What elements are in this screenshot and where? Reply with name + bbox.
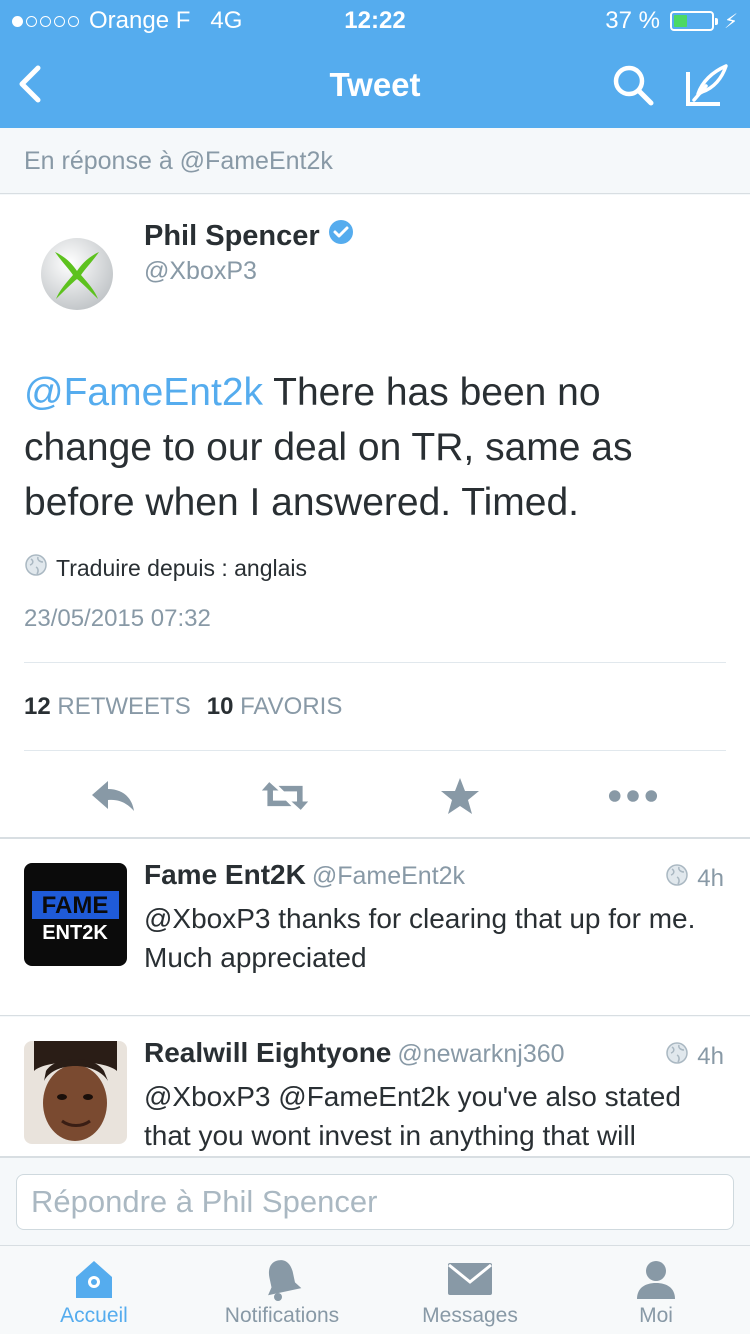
reply-time-label: 4h xyxy=(697,1042,724,1070)
avatar[interactable]: FAME ENT2K xyxy=(24,863,127,966)
tab-label: Accueil xyxy=(60,1304,128,1327)
reply-text: @XboxP3 thanks for clearing that up for … xyxy=(144,903,696,973)
battery-icon xyxy=(669,11,718,31)
tab-home[interactable]: Accueil xyxy=(4,1254,184,1328)
mention-link[interactable]: @FameEnt2k xyxy=(24,371,263,414)
reply-author-handle[interactable]: @newarknj360 xyxy=(397,1040,564,1068)
favorite-star-icon[interactable] xyxy=(435,771,485,821)
reply-author-handle[interactable]: @FameEnt2k xyxy=(312,862,465,890)
reply-icon[interactable] xyxy=(88,771,138,821)
tab-bar: Accueil Notifications Messages Moi xyxy=(0,1245,750,1334)
tab-me[interactable]: Moi xyxy=(566,1254,746,1328)
reply-header: Fame Ent2K @FameEnt2k xyxy=(144,859,465,891)
person-icon xyxy=(566,1254,746,1304)
reply-author-name[interactable]: Fame Ent2K xyxy=(144,859,306,890)
reply-input[interactable] xyxy=(16,1174,734,1230)
reply-context[interactable]: En réponse à @FameEnt2k xyxy=(0,128,750,194)
reply-context-label: En réponse à @FameEnt2k xyxy=(24,147,333,175)
reply-time-label: 4h xyxy=(697,864,724,892)
more-options-icon[interactable] xyxy=(608,771,658,821)
home-icon xyxy=(4,1254,184,1304)
battery-percent: 37 % xyxy=(605,7,660,34)
author-handle[interactable]: @XboxP3 xyxy=(144,257,257,286)
bell-icon xyxy=(192,1254,372,1304)
favorites-count: 10 xyxy=(206,693,234,720)
retweets-stat[interactable]: 12 RETWEETS xyxy=(24,693,191,721)
tab-label: Notifications xyxy=(224,1304,340,1327)
avatar[interactable] xyxy=(40,237,114,311)
retweets-label: RETWEETS xyxy=(57,693,191,720)
top-bar: Orange F 4G 12:22 37 % ⚡ Tweet xyxy=(0,0,750,128)
tab-notifications[interactable]: Notifications xyxy=(192,1254,372,1328)
reply-author-name[interactable]: Realwill Eightyone xyxy=(144,1037,391,1068)
globe-icon xyxy=(24,553,48,583)
author-name[interactable]: Phil Spencer xyxy=(144,219,354,253)
reply-header: Realwill Eightyone @newarknj360 xyxy=(144,1037,565,1069)
charging-icon: ⚡ xyxy=(723,10,738,33)
tab-label: Moi xyxy=(639,1304,673,1327)
reply-time: 4h xyxy=(665,1041,724,1072)
author-name-label: Phil Spencer xyxy=(144,219,320,252)
avatar[interactable] xyxy=(24,1041,127,1144)
tab-label: Messages xyxy=(422,1304,518,1327)
main-tweet: Phil Spencer @XboxP3 @FameEnt2k There ha… xyxy=(0,195,750,838)
reply-time: 4h xyxy=(665,863,724,894)
svg-text:FAME: FAME xyxy=(42,892,109,919)
tab-messages[interactable]: Messages xyxy=(380,1254,560,1328)
tweet-actions xyxy=(0,771,750,821)
retweets-count: 12 xyxy=(24,693,51,720)
divider xyxy=(24,662,726,663)
favorites-label: FAVORIS xyxy=(240,693,343,720)
verified-badge-icon xyxy=(328,219,354,253)
globe-icon xyxy=(665,863,689,894)
globe-icon xyxy=(665,1041,689,1072)
compose-icon[interactable] xyxy=(684,62,730,108)
envelope-icon xyxy=(380,1254,560,1304)
translate-link[interactable]: Traduire depuis : anglais xyxy=(24,553,307,583)
tweet-text: @FameEnt2k There has been no change to o… xyxy=(24,365,724,530)
translate-label: Traduire depuis : anglais xyxy=(56,554,308,581)
svg-text:ENT2K: ENT2K xyxy=(42,922,108,944)
tweet-stats: 12 RETWEETS 10 FAVORIS xyxy=(24,693,342,721)
favorites-stat[interactable]: 10 FAVORIS xyxy=(207,693,343,721)
nav-bar: Tweet xyxy=(0,40,750,128)
divider xyxy=(24,750,726,751)
tweet-timestamp: 23/05/2015 07:32 xyxy=(24,605,211,632)
status-bar: Orange F 4G 12:22 37 % ⚡ xyxy=(0,0,750,40)
status-right: 37 % ⚡ xyxy=(605,7,738,35)
search-icon[interactable] xyxy=(610,62,656,108)
retweet-icon[interactable] xyxy=(260,771,310,821)
reply-bar xyxy=(0,1157,750,1245)
list-item[interactable]: FAME ENT2K Fame Ent2K @FameEnt2k 4h @Xbox… xyxy=(0,838,750,1016)
reply-text: @XboxP3 @FameEnt2k you've also stated th… xyxy=(144,1081,681,1151)
list-item[interactable]: Realwill Eightyone @newarknj360 4h @XboxP… xyxy=(0,1017,750,1157)
